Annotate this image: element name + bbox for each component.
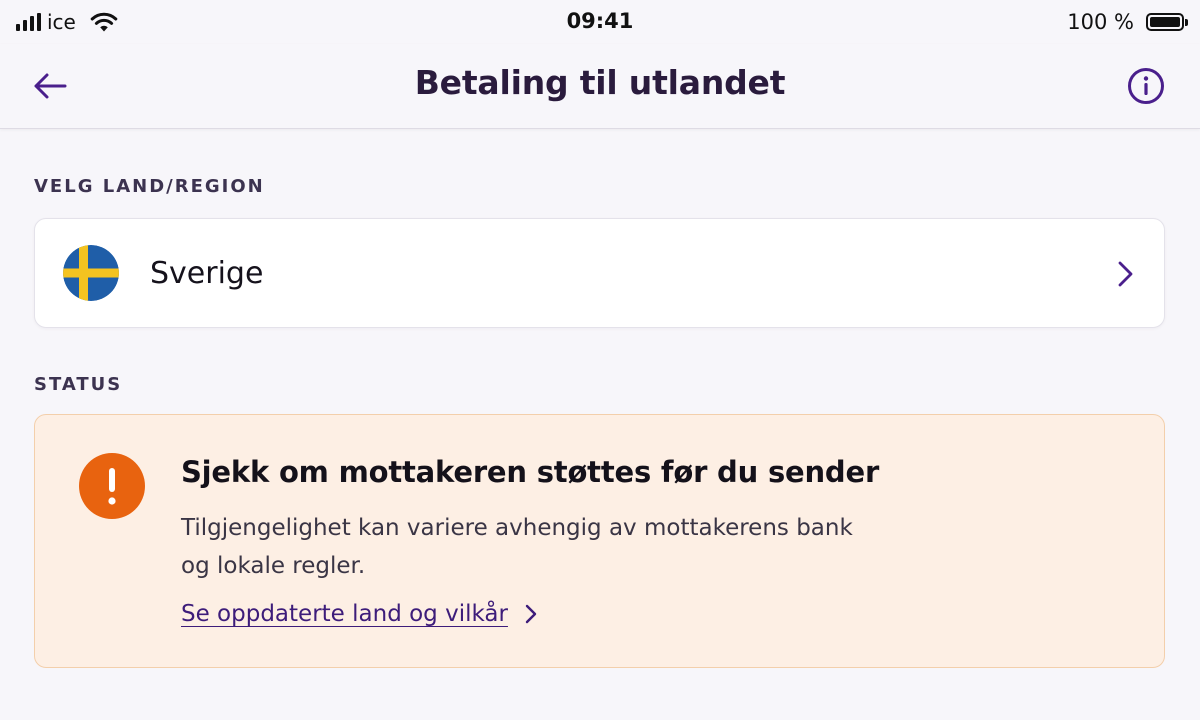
battery-icon [1146,13,1188,31]
battery-percentage: 100 % [1067,10,1134,34]
status-bar: ice 09:41 100 % [0,0,1200,44]
exclamation-circle-icon [79,453,145,519]
info-button[interactable] [1124,64,1168,108]
status-body: Tilgjengelighet kan variere avhengig av … [181,509,901,585]
status-bar-time: 09:41 [566,9,634,33]
updated-countries-link[interactable]: Se oppdaterte land og vilkår [181,601,540,627]
status-section-label: STATUS [34,374,123,395]
selected-country-name: Sverige [150,256,264,291]
country-selector[interactable]: Sverige [34,218,1165,328]
updated-countries-link-text[interactable]: Se oppdaterte land og vilkår [181,601,508,627]
battery-fill [1150,17,1180,27]
page-title: Betaling til utlandet [414,63,786,102]
chevron-right-icon [525,604,537,624]
status-notice-card: Sjekk om mottakeren støttes før du sende… [34,414,1165,668]
status-body-line-1: Tilgjengelighet kan variere avhengig av … [181,515,853,541]
country-section-label: VELG LAND/REGION [34,176,265,197]
status-heading: Sjekk om mottakeren støttes før du sende… [181,455,880,489]
sweden-flag-icon [63,245,119,301]
status-body-line-2: og lokale regler. [181,553,366,579]
chevron-right-icon [1118,261,1133,287]
status-bar-right: 100 % [1067,10,1188,34]
info-circle-icon [1128,68,1164,104]
nav-header: Betaling til utlandet [0,44,1200,129]
